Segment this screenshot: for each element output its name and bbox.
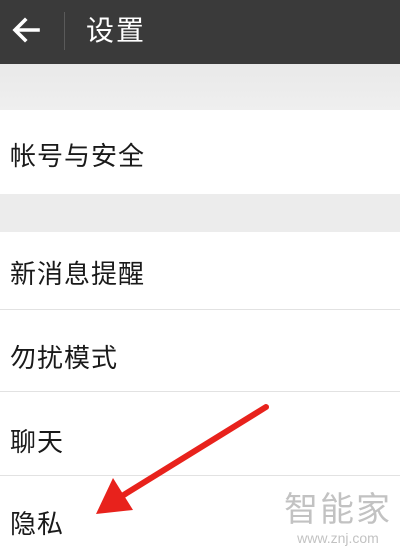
title-bar: 设置 — [0, 0, 400, 64]
section-gap — [0, 194, 400, 232]
section-gap — [0, 64, 400, 110]
settings-item-do-not-disturb[interactable]: 勿扰模式 — [0, 310, 400, 392]
settings-item-label: 勿扰模式 — [10, 344, 119, 374]
settings-item-label: 隐私 — [10, 510, 65, 540]
settings-item-label: 新消息提醒 — [10, 260, 146, 290]
page-title: 设置 — [86, 14, 147, 47]
back-button[interactable] — [8, 12, 44, 48]
title-divider — [64, 12, 65, 50]
arrow-left-icon — [12, 17, 40, 43]
settings-item-account-security[interactable]: 帐号与安全 — [0, 110, 400, 194]
settings-item-label: 帐号与安全 — [10, 142, 146, 172]
settings-item-label: 聊天 — [10, 428, 65, 458]
watermark-url: www.znj.com — [297, 530, 379, 546]
watermark: 智能家 www.znj.com — [284, 490, 392, 546]
settings-item-chat[interactable]: 聊天 — [0, 392, 400, 476]
settings-item-new-message-alert[interactable]: 新消息提醒 — [0, 232, 400, 310]
watermark-brand: 智能家 — [284, 490, 392, 530]
